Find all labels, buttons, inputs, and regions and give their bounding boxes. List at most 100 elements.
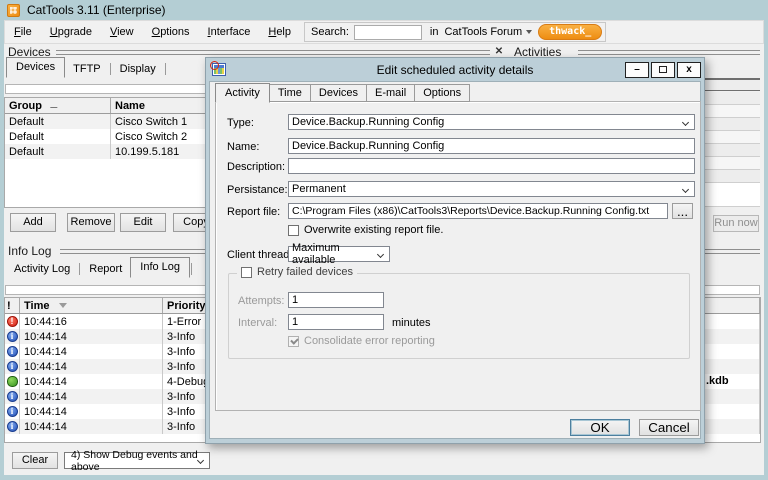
thwack-button[interactable]: thwack_ (538, 24, 602, 40)
info-icon (7, 331, 18, 342)
log-time-cell: 10:44:14 (20, 404, 163, 419)
description-label: Description: (227, 161, 285, 173)
tab-email[interactable]: E-mail (367, 84, 415, 102)
dialog-tabstrip: Activity Time Devices E-mail Options (215, 84, 470, 102)
cancel-button[interactable]: Cancel (639, 419, 699, 436)
chevron-down-icon (377, 250, 384, 257)
log-time-cell: 10:44:16 (20, 314, 163, 329)
type-value: Device.Backup.Running Config (292, 116, 444, 128)
clear-button[interactable]: Clear (12, 452, 58, 469)
report-file-field[interactable] (288, 203, 668, 219)
menu-file[interactable]: File (5, 23, 41, 41)
window-titlebar: CatTools 3.11 (Enterprise) (0, 0, 768, 20)
type-combobox[interactable]: Device.Backup.Running Config (288, 114, 695, 130)
tab-time[interactable]: Time (270, 84, 311, 102)
search-toolbar: Search: in CatTools Forum thwack_ (304, 22, 606, 42)
log-level-dropdown[interactable]: 4) Show Debug events and above (64, 452, 210, 469)
dialog-body: Activity Time Devices E-mail Options Typ… (209, 81, 701, 439)
overwrite-checkbox[interactable] (288, 225, 299, 236)
maximize-icon (659, 66, 667, 73)
chevron-down-icon (682, 118, 689, 125)
menu-upgrade[interactable]: Upgrade (41, 23, 101, 41)
tab-activity-log[interactable]: Activity Log (6, 261, 78, 278)
activities-header-rule (578, 50, 760, 55)
overwrite-label: Overwrite existing report file. (304, 224, 443, 236)
remove-button[interactable]: Remove (67, 213, 115, 232)
description-field[interactable] (288, 158, 695, 174)
dialog-titlebar[interactable]: Edit scheduled activity details – x (209, 58, 701, 81)
column-header-flag[interactable]: ! (5, 298, 20, 313)
attempts-field[interactable] (288, 292, 384, 308)
type-label: Type: (227, 117, 254, 129)
tab-dialog-devices[interactable]: Devices (311, 84, 367, 102)
interval-field[interactable] (288, 314, 384, 330)
log-time-cell: 10:44:14 (20, 359, 163, 374)
tab-devices[interactable]: Devices (6, 57, 65, 78)
sort-ascending-icon (50, 103, 61, 108)
info-icon (7, 406, 18, 417)
log-time-cell: 10:44:14 (20, 329, 163, 344)
minimize-button[interactable]: – (625, 62, 649, 78)
window-title: CatTools 3.11 (Enterprise) (27, 3, 166, 17)
column-header-time[interactable]: Time (20, 298, 163, 313)
devices-tabstrip: Devices TFTP Display (6, 60, 167, 78)
menu-view[interactable]: View (101, 23, 143, 41)
client-threads-combobox[interactable]: Maximum available (288, 246, 390, 262)
run-now-button[interactable]: Run now (713, 215, 759, 232)
log-level-value: 4) Show Debug events and above (71, 449, 198, 473)
tab-report[interactable]: Report (81, 261, 130, 278)
info-icon (7, 361, 18, 372)
maximize-button[interactable] (651, 62, 675, 78)
retry-failed-devices-label: Retry failed devices (257, 266, 353, 278)
tab-separator (191, 263, 192, 275)
edit-activity-dialog: Edit scheduled activity details – x Acti… (205, 57, 705, 444)
search-label: Search: (311, 26, 349, 38)
name-label: Name: (227, 141, 259, 153)
tab-info-log[interactable]: Info Log (130, 257, 190, 278)
menu-options[interactable]: Options (143, 23, 199, 41)
log-time-cell: 10:44:14 (20, 389, 163, 404)
persistance-label: Persistance: (227, 184, 288, 196)
column-header-group[interactable]: Group (5, 98, 111, 113)
tab-display[interactable]: Display (112, 61, 164, 78)
menu-bar: File Upgrade View Options Interface Help… (4, 20, 764, 44)
app-logo-icon (7, 4, 20, 17)
log-time-cell: 10:44:14 (20, 419, 163, 434)
tab-activity[interactable]: Activity (215, 83, 270, 103)
search-input[interactable] (354, 25, 422, 40)
tab-separator (165, 63, 166, 75)
search-scope-dropdown[interactable]: CatTools Forum (444, 26, 532, 38)
search-in-label: in (430, 26, 439, 38)
tab-tftp[interactable]: TFTP (65, 61, 109, 78)
attempts-label: Attempts: (238, 295, 284, 307)
info-icon (7, 391, 18, 402)
name-field[interactable] (288, 138, 695, 154)
chevron-down-icon (526, 30, 532, 34)
menu-interface[interactable]: Interface (199, 23, 260, 41)
device-group-cell: Default (5, 144, 111, 159)
consolidate-checkbox[interactable] (288, 336, 299, 347)
persistance-combobox[interactable]: Permanent (288, 181, 695, 197)
close-button[interactable]: x (677, 62, 701, 78)
debug-icon (7, 376, 18, 387)
add-button[interactable]: Add (10, 213, 56, 232)
consolidate-label: Consolidate error reporting (304, 335, 435, 347)
chevron-down-icon (197, 457, 204, 464)
sort-descending-icon (59, 303, 67, 308)
search-scope-value: CatTools Forum (444, 26, 522, 38)
persistance-value: Permanent (292, 183, 346, 195)
report-file-label: Report file: (227, 206, 280, 218)
interval-label: Interval: (238, 317, 277, 329)
devices-header-rule (56, 50, 490, 55)
browse-button[interactable]: ... (672, 203, 693, 219)
device-group-cell: Default (5, 114, 111, 129)
ok-button[interactable]: OK (570, 419, 630, 436)
log-time-cell: 10:44:14 (20, 374, 163, 389)
tab-options[interactable]: Options (415, 84, 470, 102)
log-message-fragment: .kdb (706, 375, 729, 387)
client-threads-value: Maximum available (292, 242, 378, 266)
edit-button[interactable]: Edit (120, 213, 166, 232)
retry-failed-devices-checkbox[interactable] (241, 267, 252, 278)
infolog-tabstrip: Activity Log Report Info Log (6, 260, 193, 278)
menu-help[interactable]: Help (259, 23, 300, 41)
